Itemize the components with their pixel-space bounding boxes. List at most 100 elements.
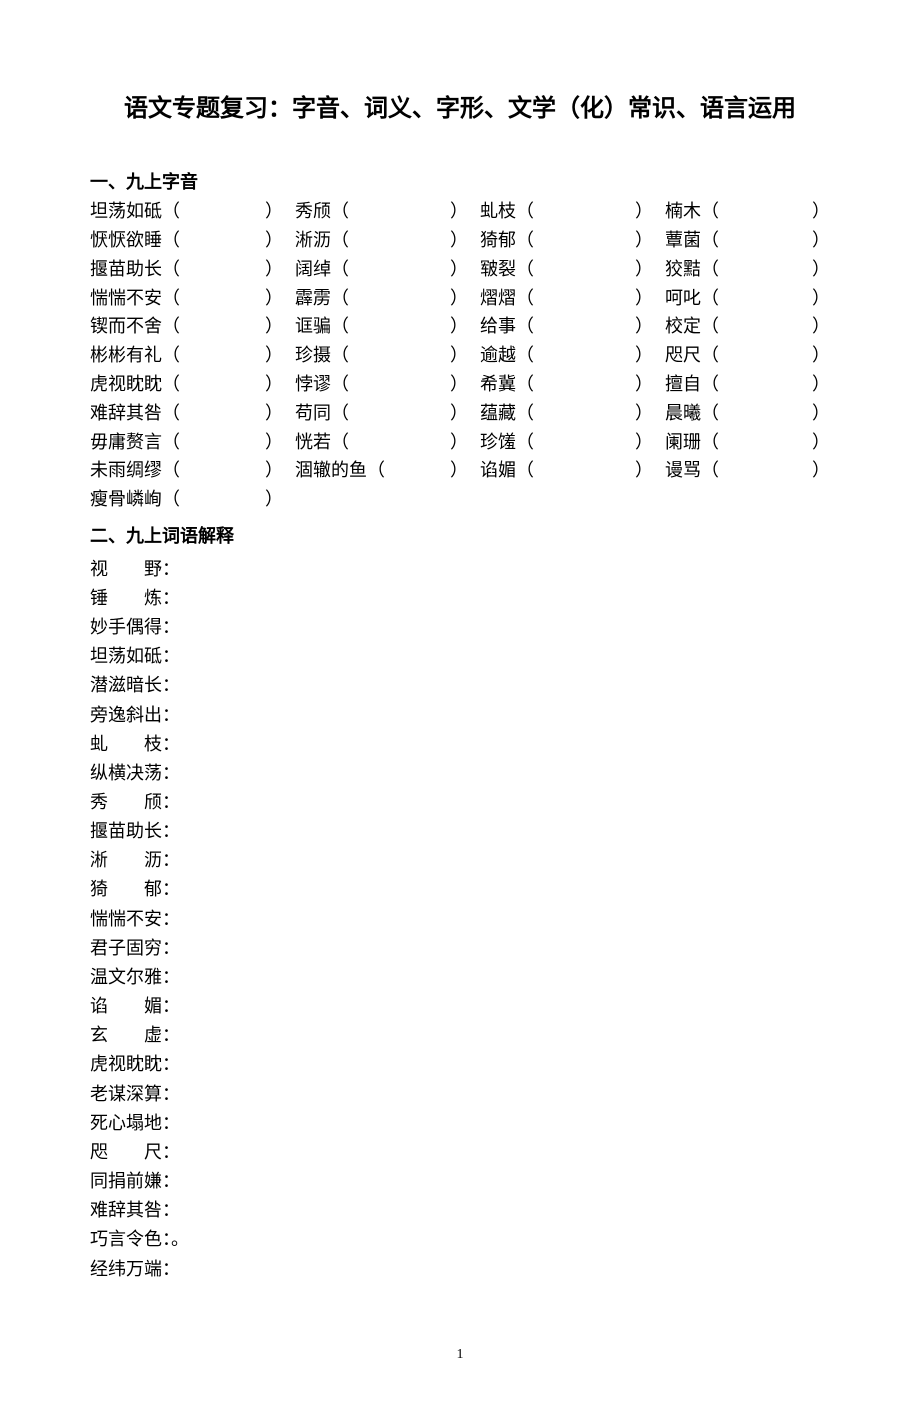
paren-close: ） xyxy=(635,456,653,485)
paren-open: （ xyxy=(331,341,349,370)
term-row: 锤炼： xyxy=(90,584,830,613)
ziyin-cell: 晨曦（） xyxy=(665,399,830,428)
term-row: 虎视眈眈： xyxy=(90,1050,830,1079)
section2-heading: 二、九上词语解释 xyxy=(90,522,830,551)
term-row: 玄虚： xyxy=(90,1021,830,1050)
term-row: 淅沥： xyxy=(90,846,830,875)
ziyin-term: 恍若 xyxy=(295,428,331,457)
paren-close: ） xyxy=(450,197,468,226)
term-colon: ： xyxy=(162,559,180,579)
paren-open: （ xyxy=(701,341,719,370)
ziyin-term: 虎视眈眈 xyxy=(90,370,162,399)
paren-close: ） xyxy=(812,370,830,399)
paren-open: （ xyxy=(701,456,719,485)
paren-open: （ xyxy=(331,428,349,457)
paren-close: ） xyxy=(635,341,653,370)
ziyin-term: 咫尺 xyxy=(665,341,701,370)
ziyin-cell: 谩骂（） xyxy=(665,456,830,485)
term-colon: ： xyxy=(162,1113,180,1133)
term-colon: ： xyxy=(162,938,180,958)
ziyin-cell: 毋庸赘言（） xyxy=(90,428,295,457)
paren-close: ） xyxy=(265,428,283,457)
term-label: 巧言令色 xyxy=(90,1225,162,1254)
term-colon: ： xyxy=(162,1142,180,1162)
ziyin-cell: 谄媚（） xyxy=(480,456,665,485)
ziyin-row: 恹恹欲睡（）淅沥（）猗郁（）蕈菌（） xyxy=(90,226,830,255)
section1-heading: 一、九上字音 xyxy=(90,168,830,197)
paren-open: （ xyxy=(516,370,534,399)
ziyin-cell: 狡黠（） xyxy=(665,255,830,284)
term-label: 温文尔雅 xyxy=(90,963,162,992)
paren-open: （ xyxy=(162,399,180,428)
ziyin-cell: 珍馐（） xyxy=(480,428,665,457)
term-label: 秀颀 xyxy=(90,788,198,817)
term-colon: ： xyxy=(162,792,180,812)
ziyin-grid: 坦荡如砥（）秀颀（）虬枝（）楠木（）恹恹欲睡（）淅沥（）猗郁（）蕈菌（）揠苗助长… xyxy=(90,197,830,514)
paren-open: （ xyxy=(701,399,719,428)
term-label: 谄媚 xyxy=(90,992,198,1021)
ziyin-cell: 瘦骨嶙峋（） xyxy=(90,485,295,514)
ziyin-term: 涸辙的鱼 xyxy=(295,456,367,485)
ziyin-term: 虬枝 xyxy=(480,197,516,226)
ziyin-term: 珍馐 xyxy=(480,428,516,457)
ziyin-cell: 珍摄（） xyxy=(295,341,480,370)
ziyin-cell: 彬彬有礼（） xyxy=(90,341,295,370)
paren-open: （ xyxy=(367,456,385,485)
term-colon: ： xyxy=(162,734,180,754)
paren-close: ） xyxy=(812,284,830,313)
ziyin-cell: 未雨绸缪（） xyxy=(90,456,295,485)
paren-close: ） xyxy=(450,370,468,399)
term-label: 惴惴不安 xyxy=(90,905,162,934)
ziyin-term: 希冀 xyxy=(480,370,516,399)
paren-open: （ xyxy=(162,312,180,341)
ziyin-row: 瘦骨嶙峋（） xyxy=(90,485,830,514)
term-colon: ：。 xyxy=(162,1229,189,1249)
ziyin-cell: 恹恹欲睡（） xyxy=(90,226,295,255)
term-colon: ： xyxy=(162,1084,180,1104)
ziyin-term: 楠木 xyxy=(665,197,701,226)
paren-close: ） xyxy=(450,341,468,370)
ziyin-term: 阔绰 xyxy=(295,255,331,284)
ziyin-row: 锲而不舍（）诓骗（）给事（）校定（） xyxy=(90,312,830,341)
ziyin-term: 擅自 xyxy=(665,370,701,399)
ziyin-term: 难辞其咎 xyxy=(90,399,162,428)
paren-close: ） xyxy=(265,485,283,514)
ziyin-term: 毋庸赘言 xyxy=(90,428,162,457)
term-row: 君子固穷： xyxy=(90,934,830,963)
ziyin-term: 瘦骨嶙峋 xyxy=(90,485,162,514)
ziyin-term: 呵叱 xyxy=(665,284,701,313)
term-colon: ： xyxy=(162,1171,180,1191)
term-colon: ： xyxy=(162,821,180,841)
term-label: 虬枝 xyxy=(90,730,198,759)
ziyin-row: 彬彬有礼（）珍摄（）逾越（）咫尺（） xyxy=(90,341,830,370)
ziyin-cell: 楠木（） xyxy=(665,197,830,226)
ziyin-cell: 坦荡如砥（） xyxy=(90,197,295,226)
paren-close: ） xyxy=(265,255,283,284)
ziyin-cell: 阔绰（） xyxy=(295,255,480,284)
ziyin-term: 霹雳 xyxy=(295,284,331,313)
paren-open: （ xyxy=(701,197,719,226)
paren-close: ） xyxy=(265,197,283,226)
ziyin-term: 未雨绸缪 xyxy=(90,456,162,485)
ziyin-term: 狡黠 xyxy=(665,255,701,284)
paren-open: （ xyxy=(701,226,719,255)
paren-close: ） xyxy=(812,399,830,428)
paren-open: （ xyxy=(516,428,534,457)
term-label: 咫尺 xyxy=(90,1138,198,1167)
paren-open: （ xyxy=(516,255,534,284)
paren-open: （ xyxy=(331,255,349,284)
term-colon: ： xyxy=(162,1025,180,1045)
paren-open: （ xyxy=(331,399,349,428)
ziyin-cell: 希冀（） xyxy=(480,370,665,399)
paren-close: ） xyxy=(265,399,283,428)
ziyin-cell: 难辞其咎（ ） xyxy=(90,399,295,428)
page-number: 1 xyxy=(90,1344,830,1366)
term-row: 老谋深算： xyxy=(90,1080,830,1109)
term-row: 潜滋暗长： xyxy=(90,671,830,700)
term-row: 虬枝： xyxy=(90,730,830,759)
paren-close: ） xyxy=(635,399,653,428)
paren-open: （ xyxy=(701,284,719,313)
term-colon: ： xyxy=(162,675,180,695)
paren-close: ） xyxy=(450,399,468,428)
term-row: 视野： xyxy=(90,555,830,584)
